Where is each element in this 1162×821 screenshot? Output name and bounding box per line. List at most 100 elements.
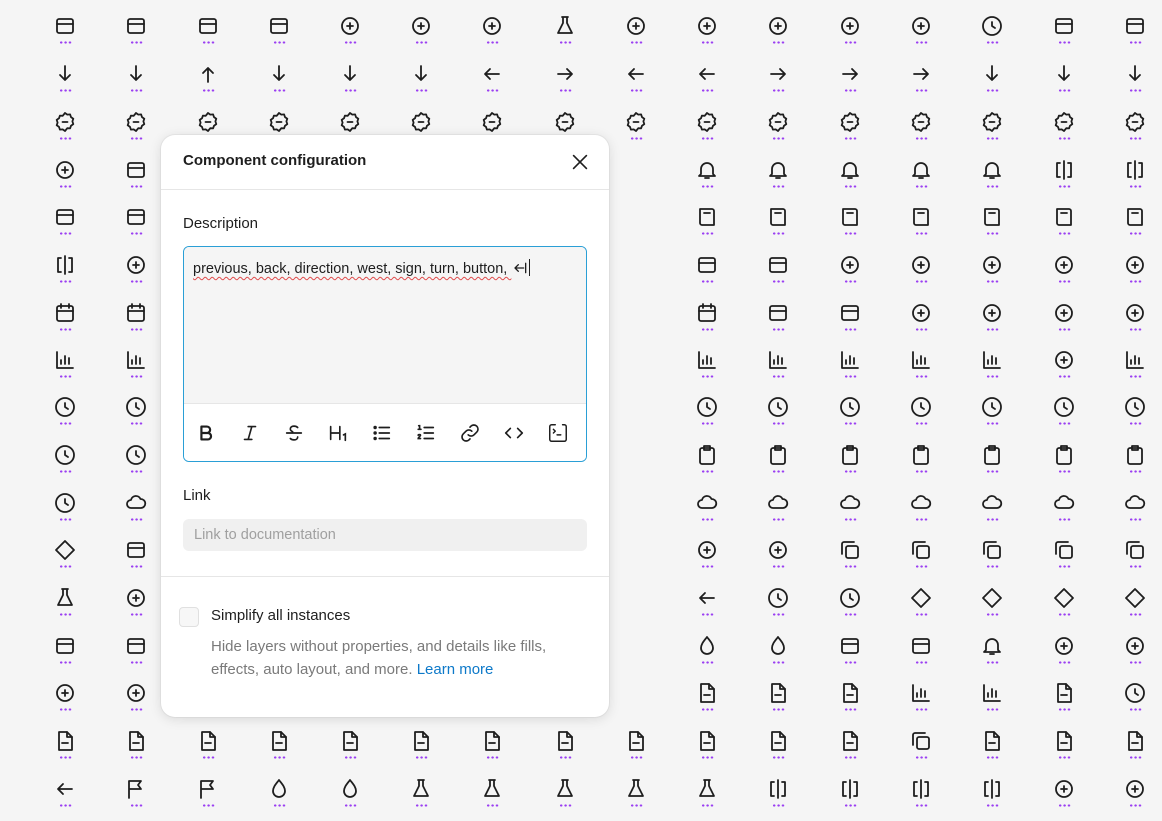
icon-cell[interactable] (45, 491, 85, 535)
icon-cell[interactable] (972, 14, 1012, 58)
icon-cell[interactable] (758, 538, 798, 582)
icon-cell[interactable] (901, 586, 941, 630)
icon-cell[interactable] (972, 110, 1012, 154)
icon-cell[interactable] (116, 301, 156, 345)
icon-cell[interactable] (1044, 681, 1084, 725)
link-input[interactable] (183, 519, 587, 551)
icon-cell[interactable] (45, 348, 85, 392)
icon-cell[interactable] (972, 158, 1012, 202)
icon-cell[interactable] (1115, 443, 1155, 487)
icon-cell[interactable] (687, 62, 727, 106)
icon-cell[interactable] (116, 158, 156, 202)
icon-cell[interactable] (1044, 443, 1084, 487)
icon-cell[interactable] (972, 634, 1012, 678)
icon-cell[interactable] (1044, 14, 1084, 58)
icon-cell[interactable] (616, 777, 656, 821)
icon-cell[interactable] (45, 253, 85, 297)
icon-cell[interactable] (972, 777, 1012, 821)
icon-cell[interactable] (116, 729, 156, 773)
icon-cell[interactable] (901, 538, 941, 582)
icon-cell[interactable] (687, 301, 727, 345)
icon-cell[interactable] (401, 729, 441, 773)
icon-cell[interactable] (687, 348, 727, 392)
icon-cell[interactable] (116, 348, 156, 392)
icon-cell[interactable] (616, 62, 656, 106)
icon-cell[interactable] (1115, 586, 1155, 630)
icon-cell[interactable] (901, 634, 941, 678)
icon-cell[interactable] (259, 14, 299, 58)
icon-cell[interactable] (687, 14, 727, 58)
icon-cell[interactable] (545, 14, 585, 58)
icon-cell[interactable] (330, 14, 370, 58)
icon-cell[interactable] (259, 777, 299, 821)
icon-cell[interactable] (472, 62, 512, 106)
icon-cell[interactable] (972, 586, 1012, 630)
icon-cell[interactable] (330, 62, 370, 106)
icon-cell[interactable] (901, 348, 941, 392)
icon-cell[interactable] (188, 777, 228, 821)
icon-cell[interactable] (45, 301, 85, 345)
icon-cell[interactable] (830, 205, 870, 249)
icon-cell[interactable] (901, 681, 941, 725)
icon-cell[interactable] (972, 62, 1012, 106)
icon-cell[interactable] (1044, 253, 1084, 297)
icon-cell[interactable] (1115, 491, 1155, 535)
icon-cell[interactable] (330, 729, 370, 773)
icon-cell[interactable] (259, 729, 299, 773)
icon-cell[interactable] (616, 729, 656, 773)
icon-cell[interactable] (330, 777, 370, 821)
icon-cell[interactable] (1115, 538, 1155, 582)
icon-cell[interactable] (972, 395, 1012, 439)
icon-cell[interactable] (901, 443, 941, 487)
icon-cell[interactable] (901, 62, 941, 106)
icon-cell[interactable] (830, 681, 870, 725)
code-block-button[interactable] (546, 421, 570, 445)
icon-cell[interactable] (687, 491, 727, 535)
icon-cell[interactable] (401, 14, 441, 58)
icon-cell[interactable] (901, 110, 941, 154)
icon-cell[interactable] (758, 395, 798, 439)
icon-cell[interactable] (901, 301, 941, 345)
icon-cell[interactable] (687, 443, 727, 487)
icon-cell[interactable] (116, 538, 156, 582)
icon-cell[interactable] (830, 158, 870, 202)
icon-cell[interactable] (758, 443, 798, 487)
icon-cell[interactable] (830, 348, 870, 392)
icon-cell[interactable] (1115, 729, 1155, 773)
icon-cell[interactable] (1044, 62, 1084, 106)
icon-cell[interactable] (687, 634, 727, 678)
icon-cell[interactable] (972, 538, 1012, 582)
icon-cell[interactable] (758, 586, 798, 630)
icon-cell[interactable] (687, 253, 727, 297)
icon-cell[interactable] (545, 777, 585, 821)
icon-cell[interactable] (45, 729, 85, 773)
icon-cell[interactable] (830, 729, 870, 773)
icon-cell[interactable] (1115, 777, 1155, 821)
icon-cell[interactable] (1044, 538, 1084, 582)
icon-cell[interactable] (758, 14, 798, 58)
italic-button[interactable] (238, 421, 262, 445)
icon-cell[interactable] (472, 14, 512, 58)
icon-cell[interactable] (1044, 205, 1084, 249)
icon-cell[interactable] (616, 14, 656, 58)
icon-cell[interactable] (830, 301, 870, 345)
icon-cell[interactable] (972, 301, 1012, 345)
description-input[interactable]: previous, back, direction, west, sign, t… (184, 247, 586, 404)
icon-cell[interactable] (1115, 681, 1155, 725)
icon-cell[interactable] (830, 443, 870, 487)
icon-cell[interactable] (758, 777, 798, 821)
icon-cell[interactable] (116, 253, 156, 297)
icon-cell[interactable] (758, 729, 798, 773)
icon-cell[interactable] (616, 110, 656, 154)
icon-cell[interactable] (1115, 395, 1155, 439)
icon-cell[interactable] (116, 205, 156, 249)
icon-cell[interactable] (758, 205, 798, 249)
icon-cell[interactable] (545, 62, 585, 106)
bullet-list-button[interactable] (370, 421, 394, 445)
icon-cell[interactable] (45, 538, 85, 582)
icon-cell[interactable] (972, 348, 1012, 392)
icon-cell[interactable] (1044, 634, 1084, 678)
icon-cell[interactable] (758, 491, 798, 535)
icon-cell[interactable] (687, 777, 727, 821)
icon-cell[interactable] (116, 586, 156, 630)
